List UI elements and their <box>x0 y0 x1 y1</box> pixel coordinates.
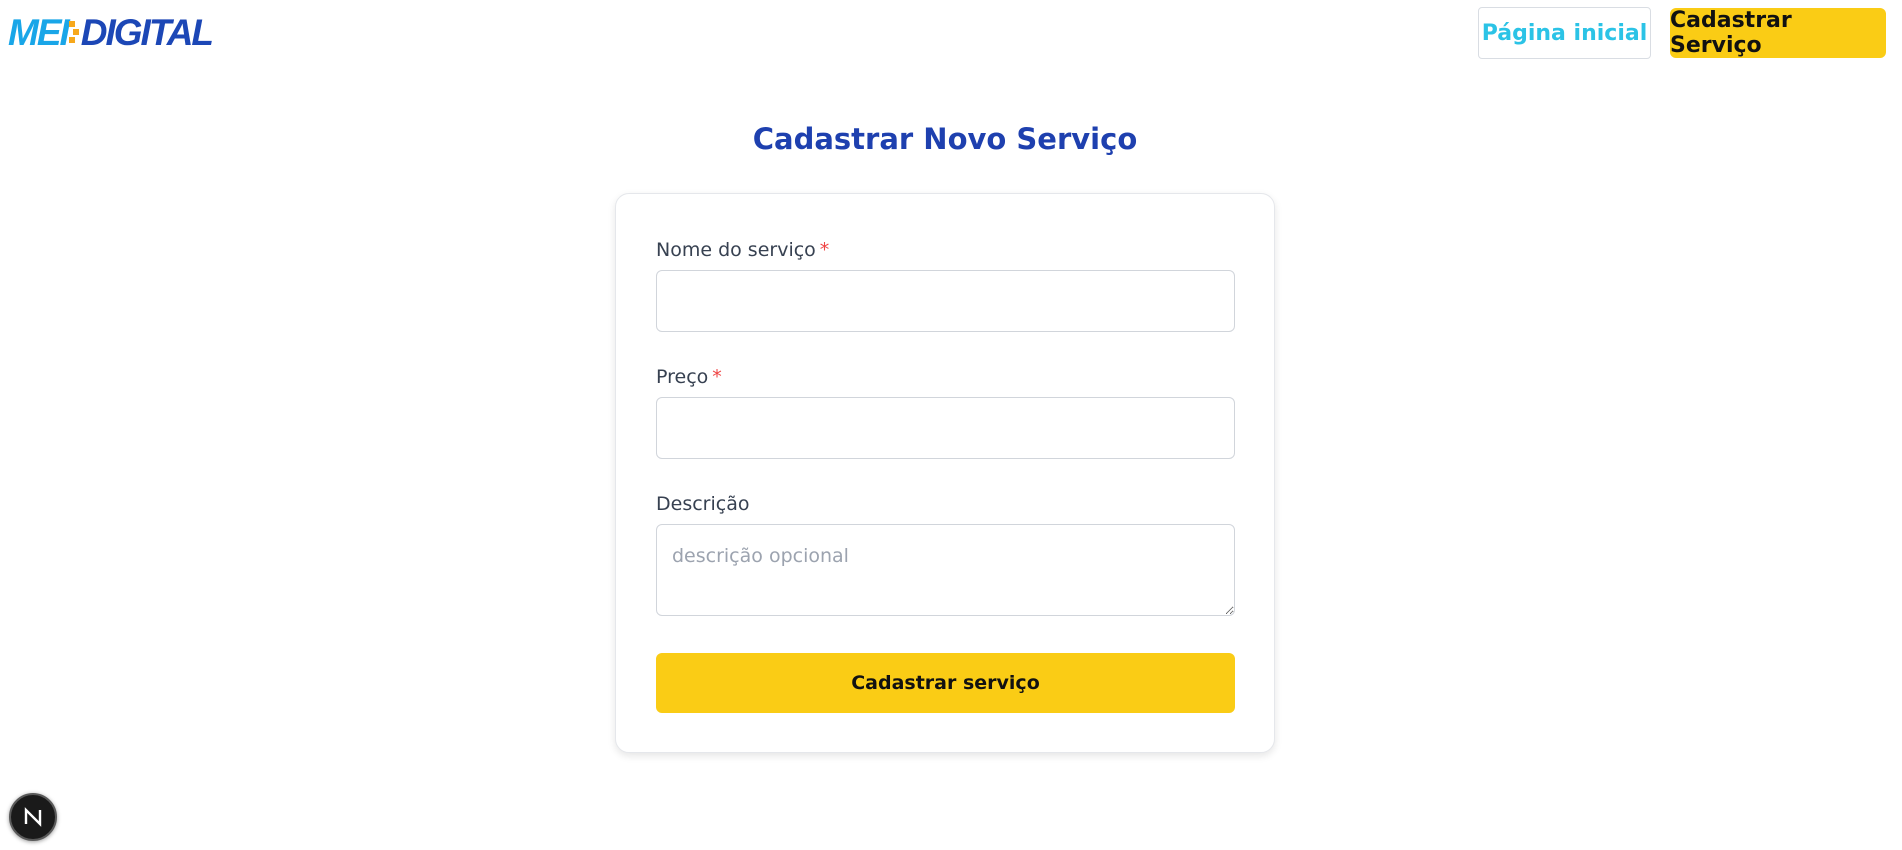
top-header: MEI DIGITAL Página inicial Cadastrar Ser… <box>0 0 1902 70</box>
logo-separator-icon <box>68 18 79 46</box>
price-label-text: Preço <box>656 366 709 388</box>
nextjs-icon <box>24 807 42 827</box>
register-service-nav-button[interactable]: Cadastrar Serviço <box>1670 8 1886 58</box>
home-nav-button[interactable]: Página inicial <box>1478 7 1651 59</box>
mei-digital-logo[interactable]: MEI DIGITAL <box>8 11 214 53</box>
submit-service-button[interactable]: Cadastrar serviço <box>656 653 1235 713</box>
page-title: Cadastrar Novo Serviço <box>752 122 1138 156</box>
logo-text-mei: MEI <box>8 11 70 53</box>
price-input[interactable] <box>656 397 1235 459</box>
required-asterisk: * <box>819 239 830 261</box>
nextjs-dev-badge[interactable] <box>9 793 57 841</box>
logo-text-digital: DIGITAL <box>80 11 214 53</box>
service-form-card: Nome do serviço* Preço* Descrição Cadast… <box>615 193 1275 753</box>
description-label-text: Descrição <box>656 493 750 515</box>
service-name-label: Nome do serviço * <box>656 239 829 261</box>
description-label: Descrição <box>656 493 749 515</box>
service-name-label-text: Nome do serviço <box>656 239 816 261</box>
required-asterisk: * <box>712 366 722 388</box>
description-textarea[interactable] <box>656 524 1235 616</box>
service-name-input[interactable] <box>656 270 1235 332</box>
price-label: Preço * <box>656 366 722 388</box>
